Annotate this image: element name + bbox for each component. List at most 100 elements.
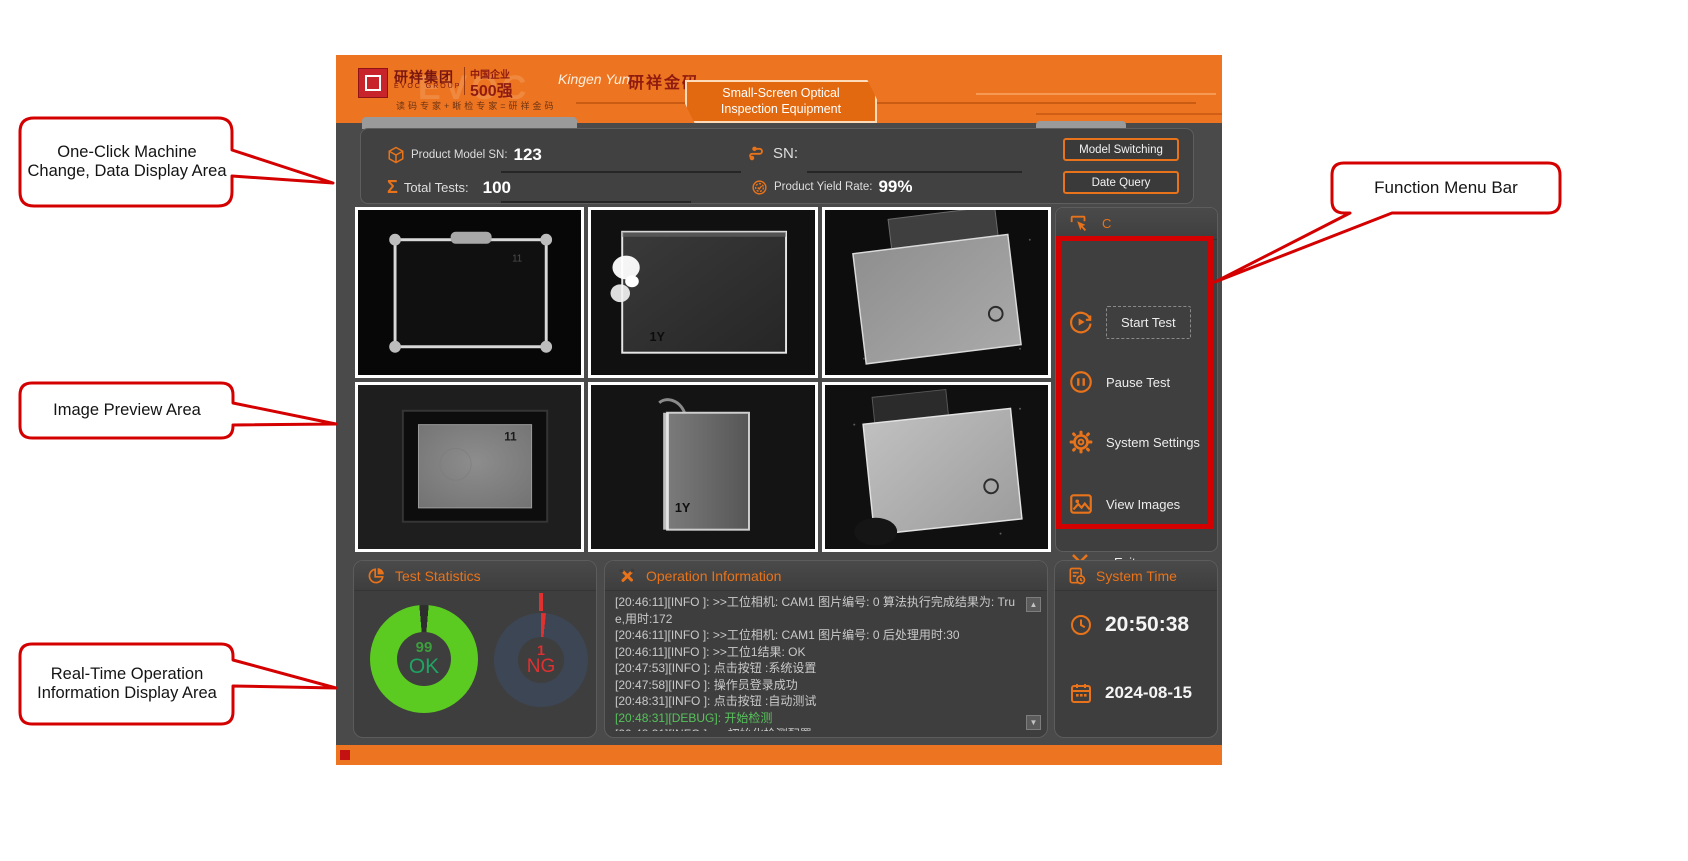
test-statistics-header: Test Statistics [354, 561, 596, 591]
callout-bubble-image-area [20, 383, 336, 438]
logo-group-en: EVOC GROUP [394, 83, 461, 90]
footer-red-square [340, 750, 350, 760]
log-line: [20:48:31][INFO ]: 点击按钮 :自动测试 [615, 693, 1021, 710]
package-icon [387, 146, 405, 164]
ng-donut-chart: 1 NG [494, 613, 588, 707]
doc-clock-icon [1067, 566, 1087, 586]
system-time-header: System Time [1055, 561, 1217, 591]
svg-text:1Y: 1Y [675, 499, 691, 514]
product-model-label: Product Model SN: [411, 149, 508, 161]
ng-label: NG [527, 657, 556, 677]
flow-icon [747, 143, 767, 163]
clock-icon [1069, 613, 1093, 637]
operation-info-title: Operation Information [646, 568, 781, 584]
time-row: 20:50:38 [1069, 613, 1189, 637]
date-query-button[interactable]: Date Query [1063, 171, 1179, 194]
svg-text:1Y: 1Y [650, 329, 666, 344]
click-cursor-icon [1068, 213, 1090, 235]
data-display-panel: Product Model SN: 123 Σ Total Tests: 100… [360, 128, 1194, 204]
camera-image-4-content: 11 [358, 385, 581, 550]
image-preview-grid: 11 1Y [355, 207, 1051, 552]
camera-image-5[interactable]: 1Y [588, 382, 817, 553]
screenshot-canvas: EVOC 研祥集团 EVOC GROUP 中国企业 500强 读码专家+晰检专家… [0, 0, 1688, 861]
logo-divider [464, 67, 465, 95]
system-date-value: 2024-08-15 [1105, 683, 1192, 703]
camera-image-2[interactable]: 1Y [588, 207, 817, 378]
camera-image-6[interactable] [822, 382, 1051, 553]
underline [807, 171, 1022, 173]
log-line: [20:46:11][INFO ]: >>工位相机: CAM1 图片编号: 0 … [615, 594, 1021, 627]
scroll-down-button[interactable]: ▼ [1026, 715, 1041, 730]
underline [501, 171, 741, 173]
camera-image-3-content [825, 210, 1048, 375]
callout-text-info-area: Real-Time Operation Information Display … [24, 646, 230, 722]
rank-text-bottom: 500强 [470, 77, 513, 101]
callout-text-image-area: Image Preview Area [24, 385, 230, 436]
system-time-title: System Time [1096, 568, 1177, 584]
system-time-panel: System Time 20:50:38 2024-08-15 [1054, 560, 1218, 738]
callout-bubble-menu-area [1215, 163, 1560, 282]
sigma-icon: Σ [387, 177, 398, 198]
product-model-value: 123 [514, 145, 542, 165]
total-tests-label: Total Tests: [404, 180, 469, 195]
evoc-logo [358, 68, 388, 98]
log-line: [20:47:53][INFO ]: 点击按钮 :系统设置 [615, 660, 1021, 677]
operation-info-panel: Operation Information [20:46:11][INFO ]:… [604, 560, 1048, 738]
total-tests-field: Σ Total Tests: 100 [387, 177, 511, 198]
camera-image-5-content: 1Y [591, 385, 814, 550]
sn-field: SN: [747, 143, 804, 163]
yield-rate-label: Product Yield Rate: [774, 181, 872, 193]
camera-image-2-content: 1Y [591, 210, 814, 375]
header-circuit-trace [1036, 113, 1222, 115]
camera-image-1[interactable]: 11 [355, 207, 584, 378]
scroll-up-button[interactable]: ▲ [1026, 597, 1041, 612]
camera-image-6-content [825, 385, 1048, 550]
log-line: [20:46:11][INFO ]: >>工位1结果: OK [615, 644, 1021, 661]
pie-chart-icon [366, 566, 386, 586]
callout-bubble-data-area [20, 118, 333, 206]
product-model-field: Product Model SN: 123 [387, 145, 542, 165]
logo-script-text: Kingen Yun [558, 71, 630, 87]
menu-annotation-rectangle [1056, 236, 1213, 529]
ok-count: 99 [416, 640, 433, 656]
log-line: [20:48:31][INFO ]: >>初始化检测配置 [615, 726, 1021, 731]
app-header: EVOC 研祥集团 EVOC GROUP 中国企业 500强 读码专家+晰检专家… [336, 55, 1222, 123]
callout-text-menu-area: Function Menu Bar [1336, 165, 1556, 211]
app-title-line2: Inspection Equipment [721, 102, 841, 118]
ng-slice-tick [539, 593, 543, 611]
ng-count: 1 [537, 643, 545, 658]
callout-text-data-area: One-Click Machine Change, Data Display A… [24, 120, 230, 204]
calendar-icon [1069, 681, 1093, 705]
check-circle-icon [751, 179, 768, 196]
log-line: [20:48:31][DEBUG]: 开始检测 [615, 710, 1021, 727]
menu-header-label: C [1102, 216, 1111, 231]
total-tests-value: 100 [483, 178, 511, 198]
yield-rate-value: 99% [878, 177, 912, 197]
camera-image-1-content: 11 [358, 210, 581, 375]
svg-text:11: 11 [504, 430, 517, 443]
logo-slogan: 读码专家+晰检专家=研祥金码 [396, 99, 557, 112]
test-statistics-title: Test Statistics [395, 568, 481, 584]
crossed-tools-icon [617, 566, 637, 586]
ok-label: OK [409, 656, 439, 678]
log-lines[interactable]: [20:46:11][INFO ]: >>工位相机: CAM1 图片编号: 0 … [615, 594, 1021, 731]
log-line: [20:46:11][INFO ]: >>工位相机: CAM1 图片编号: 0 … [615, 627, 1021, 644]
header-circuit-trace [576, 102, 1196, 104]
camera-image-3[interactable] [822, 207, 1051, 378]
app-footer [336, 745, 1222, 765]
svg-text:11: 11 [512, 253, 522, 264]
ok-donut-chart: 99 OK [370, 605, 478, 713]
model-switching-button[interactable]: Model Switching [1063, 138, 1179, 161]
test-statistics-panel: Test Statistics 99 OK 1 NG [353, 560, 597, 738]
yield-rate-field: Product Yield Rate: 99% [751, 177, 912, 197]
camera-image-4[interactable]: 11 [355, 382, 584, 553]
date-row: 2024-08-15 [1069, 681, 1192, 705]
app-title-line1: Small-Screen Optical [722, 86, 839, 102]
operation-info-header: Operation Information [605, 561, 1047, 591]
sn-label: SN: [773, 145, 798, 162]
app-title-badge: Small-Screen Optical Inspection Equipmen… [685, 80, 877, 123]
callout-bubble-info-area [20, 644, 336, 724]
header-circuit-trace [976, 93, 1216, 95]
underline [501, 201, 691, 203]
system-time-value: 20:50:38 [1105, 613, 1189, 637]
